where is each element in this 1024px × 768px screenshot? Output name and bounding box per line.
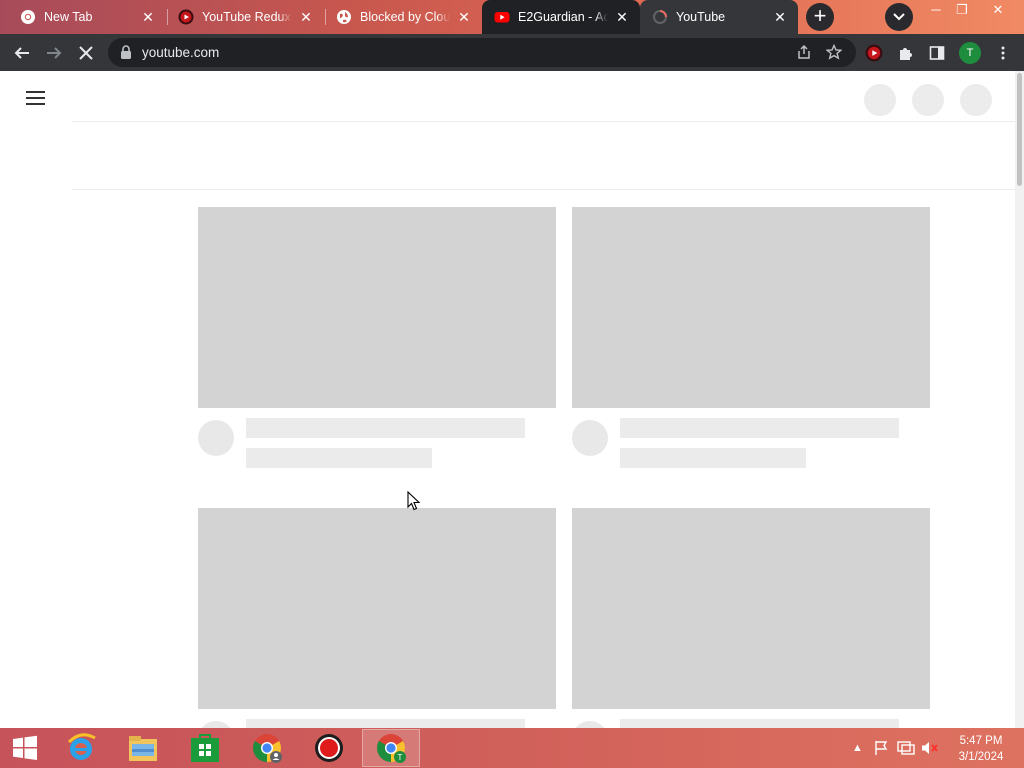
- chrome-taskbar-button[interactable]: T: [362, 729, 420, 767]
- video-thumbnail-placeholder: [198, 207, 556, 408]
- puzzle-icon: [900, 48, 912, 60]
- video-title-placeholder: [620, 418, 899, 438]
- video-thumbnail-placeholder: [572, 508, 930, 709]
- channel-avatar-placeholder: [198, 721, 234, 728]
- loading-icon: [652, 9, 668, 25]
- close-icon[interactable]: ✕: [140, 9, 156, 25]
- profile-avatar[interactable]: T: [959, 42, 981, 64]
- system-clock[interactable]: 5:47 PM 3/1/2024: [950, 733, 1012, 765]
- tab-search-button[interactable]: [885, 3, 913, 31]
- page-scrollbar[interactable]: [1015, 71, 1024, 728]
- forward-button[interactable]: [40, 39, 68, 67]
- chrome-profile-button[interactable]: [238, 729, 296, 767]
- close-icon[interactable]: ✕: [298, 9, 314, 25]
- stop-icon: [79, 46, 93, 60]
- chips-divider: [72, 189, 1016, 190]
- close-window-button[interactable]: ✕: [982, 0, 1014, 22]
- tab-youtube-redux[interactable]: YouTube Redux ✕: [166, 0, 324, 34]
- youtube-redux-icon: [865, 44, 883, 62]
- tab-title: E2Guardian - Access Denied: [518, 10, 608, 24]
- chrome-icon: T: [377, 734, 406, 763]
- internet-explorer-icon: [67, 733, 96, 760]
- more-vertical-icon: [1001, 46, 1005, 60]
- stop-loading-button[interactable]: [72, 39, 100, 67]
- tab-title: YouTube Redux: [202, 10, 291, 24]
- screen-recorder-button[interactable]: [300, 729, 358, 767]
- windows-taskbar: T ▲ 5:47 PM 3/1/2024: [0, 728, 1024, 768]
- tab-blocked-by-cloudflare[interactable]: Blocked by Cloudflare ✕: [324, 0, 482, 34]
- channel-avatar-placeholder: [198, 420, 234, 456]
- svg-text:T: T: [398, 753, 403, 762]
- chrome-icon: [20, 9, 36, 25]
- youtube-icon: [494, 9, 510, 25]
- close-icon[interactable]: ✕: [614, 9, 630, 25]
- network-icon[interactable]: [897, 740, 915, 756]
- bookmark-star-icon[interactable]: [826, 44, 842, 60]
- action-center-flag-icon[interactable]: [873, 740, 889, 756]
- show-hidden-icons-icon[interactable]: ▲: [852, 742, 863, 754]
- clock-date: 3/1/2024: [958, 751, 1004, 763]
- video-thumbnail-placeholder: [198, 508, 556, 709]
- file-explorer-icon: [129, 736, 157, 761]
- youtube-page: [0, 71, 1024, 728]
- start-icon: [13, 735, 37, 760]
- url-text: youtube.com: [142, 45, 220, 60]
- header-placeholder-circle: [960, 84, 992, 116]
- youtube-redux-extension-button[interactable]: [860, 39, 888, 67]
- side-panel-icon: [929, 46, 945, 60]
- share-icon[interactable]: [796, 44, 812, 60]
- tab-strip: New Tab ✕ YouTube Redux ✕ Blocked by Clo…: [0, 0, 1024, 34]
- video-meta-placeholder: [246, 448, 432, 468]
- clock-time: 5:47 PM: [959, 735, 1003, 747]
- browser-menu-button[interactable]: [989, 39, 1017, 67]
- recorder-icon: [315, 734, 343, 762]
- browser-toolbar: youtube.com T: [0, 34, 1024, 71]
- tab-title: New Tab: [44, 10, 93, 24]
- header-placeholder-circle: [912, 84, 944, 116]
- close-icon[interactable]: ✕: [772, 9, 788, 25]
- youtube-redux-icon: [178, 9, 194, 25]
- close-icon[interactable]: ✕: [456, 9, 472, 25]
- mouse-cursor-icon: [407, 491, 421, 511]
- globe-icon: [336, 9, 352, 25]
- tab-title: Blocked by Cloudflare: [360, 10, 450, 24]
- internet-explorer-button[interactable]: [52, 729, 110, 767]
- channel-avatar-placeholder: [572, 721, 608, 728]
- header-placeholder-circle: [864, 84, 896, 116]
- channel-avatar-placeholder: [572, 420, 608, 456]
- arrow-right-icon: [47, 47, 62, 59]
- chrome-user-icon: [253, 734, 282, 763]
- volume-muted-icon[interactable]: [921, 740, 939, 756]
- video-title-placeholder: [246, 719, 525, 728]
- chevron-down-icon: [893, 13, 905, 21]
- video-thumbnail-placeholder: [572, 207, 930, 408]
- store-icon: [191, 734, 219, 762]
- lock-icon: [121, 45, 131, 59]
- side-panel-button[interactable]: [923, 39, 951, 67]
- address-bar[interactable]: youtube.com: [108, 38, 856, 67]
- restore-button[interactable]: ❐: [946, 0, 978, 22]
- extensions-button[interactable]: [892, 39, 920, 67]
- start-button[interactable]: [0, 729, 50, 767]
- arrow-left-icon: [14, 47, 29, 59]
- file-explorer-button[interactable]: [114, 729, 172, 767]
- tab-youtube[interactable]: YouTube ✕: [640, 0, 798, 34]
- video-title-placeholder: [246, 418, 525, 438]
- new-tab-button[interactable]: +: [806, 3, 834, 31]
- video-meta-placeholder: [620, 448, 806, 468]
- header-divider: [72, 121, 1016, 122]
- hamburger-menu-icon[interactable]: [26, 90, 46, 106]
- video-title-placeholder: [620, 719, 899, 728]
- scrollbar-thumb[interactable]: [1017, 73, 1022, 186]
- tab-new-tab[interactable]: New Tab ✕: [8, 0, 166, 34]
- tab-e2guardian[interactable]: E2Guardian - Access Denied ✕: [482, 0, 640, 34]
- back-button[interactable]: [8, 39, 36, 67]
- tab-title: YouTube: [676, 10, 726, 24]
- store-button[interactable]: [176, 729, 234, 767]
